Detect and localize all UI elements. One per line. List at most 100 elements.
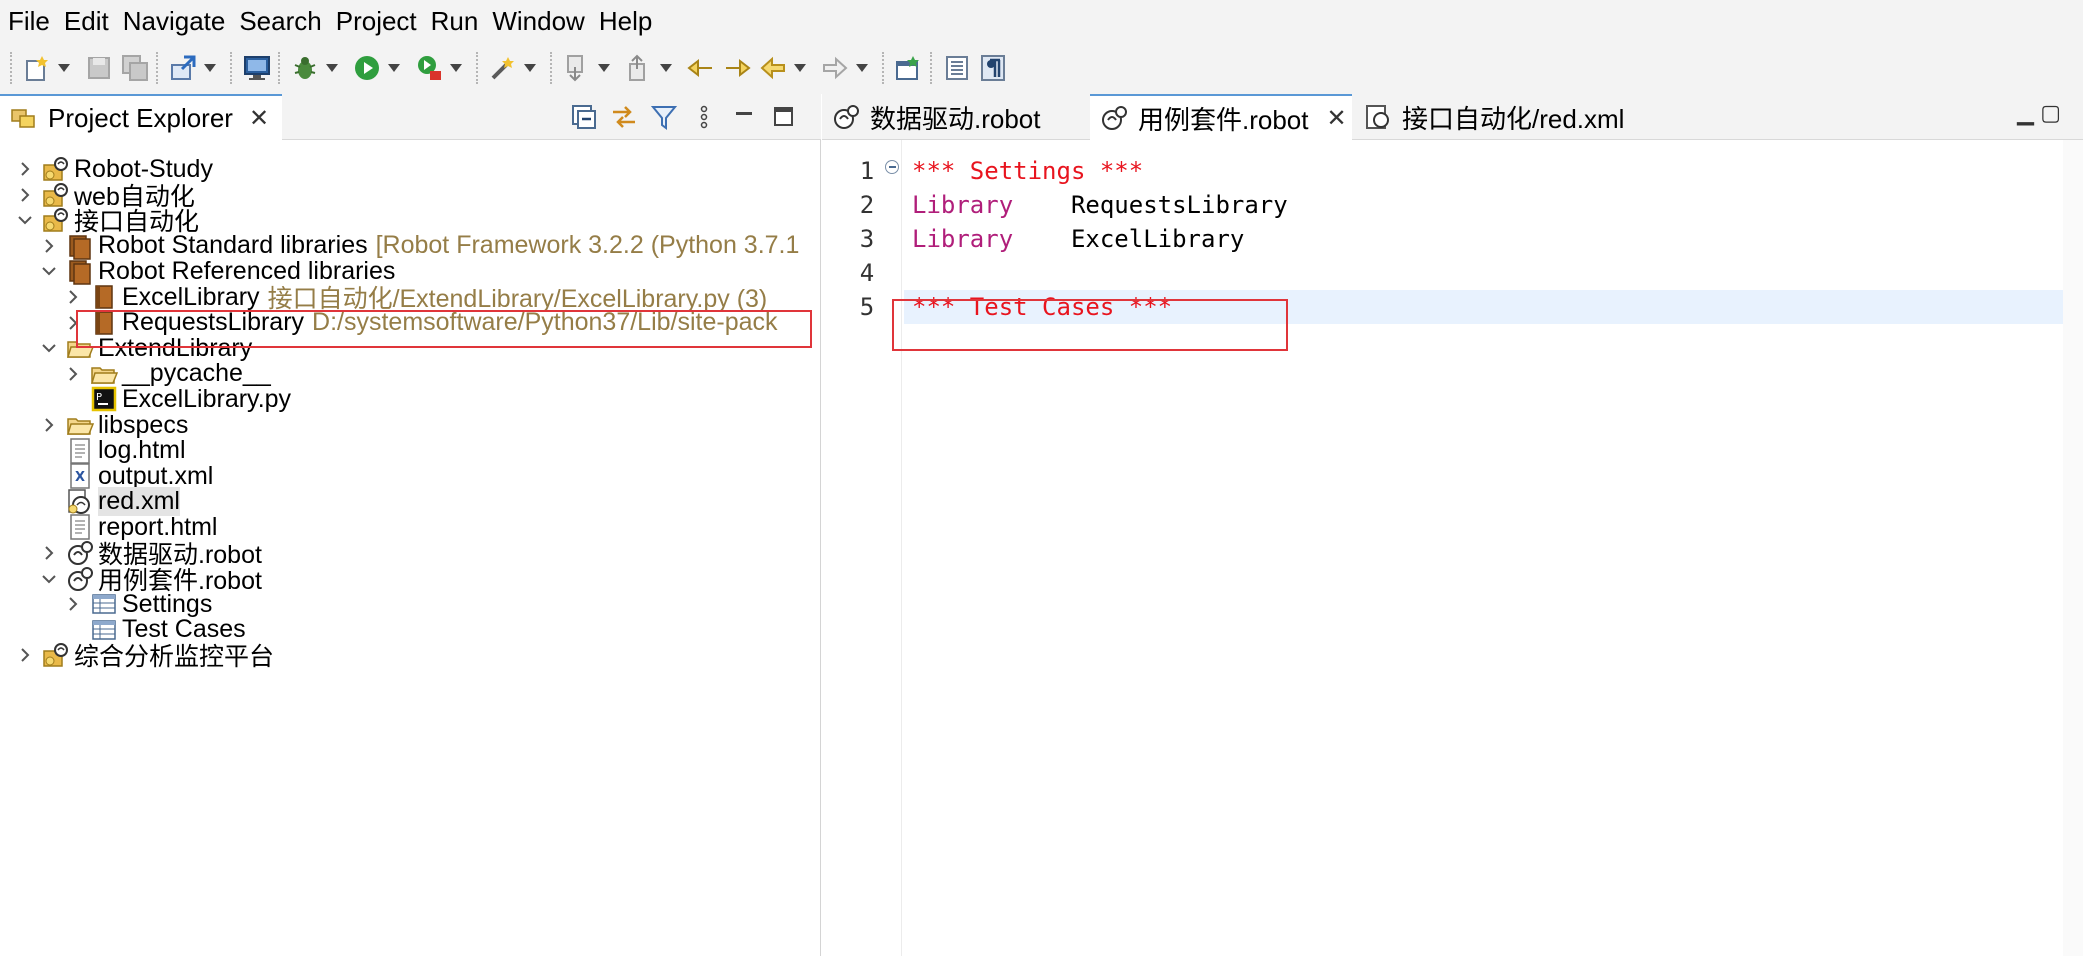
robot-file-icon	[1102, 106, 1127, 130]
filter-icon[interactable]	[647, 100, 681, 134]
run-external-tool-icon[interactable]	[412, 51, 446, 85]
run-dropdown-arrow[interactable]	[386, 51, 402, 85]
toolbar-separator	[156, 52, 158, 84]
menu-navigate[interactable]: Navigate	[123, 6, 226, 37]
save-icon[interactable]	[82, 51, 116, 85]
next-annotation-dropdown-arrow[interactable]	[596, 51, 612, 85]
run-icon[interactable]	[350, 51, 384, 85]
code-line: *** Settings ***	[912, 154, 1143, 188]
paragraph-icon[interactable]	[976, 51, 1010, 85]
debug-icon[interactable]	[288, 51, 322, 85]
open-perspective-icon[interactable]	[892, 51, 926, 85]
back-icon[interactable]	[756, 51, 790, 85]
wand-icon[interactable]	[486, 51, 520, 85]
eclipse-window: File Edit Navigate Search Project Run Wi…	[0, 0, 2083, 956]
chevron-down-icon[interactable]	[38, 337, 60, 359]
editor-minimize-icon[interactable]: ▁ ▢	[2017, 100, 2061, 126]
show-whitespace-icon[interactable]	[940, 51, 974, 85]
menu-help[interactable]: Help	[599, 6, 652, 37]
project-explorer-title: Project Explorer	[48, 102, 233, 133]
editor-vertical-scrollbar[interactable]	[2063, 140, 2083, 956]
import-icon[interactable]	[166, 51, 200, 85]
forward-icon[interactable]	[818, 51, 852, 85]
setting-value: RequestsLibrary	[1013, 191, 1288, 219]
collapse-all-icon[interactable]	[567, 100, 601, 134]
import-dropdown-arrow[interactable]	[202, 51, 218, 85]
project-explorer-icon	[10, 104, 38, 132]
highlight-box-excellibrary	[76, 310, 812, 348]
code-line: Library RequestsLibrary	[912, 188, 1288, 222]
code-line: Library ExcelLibrary	[912, 222, 1244, 256]
code-editor[interactable]: *** Settings *** Library RequestsLibrary L…	[904, 140, 2064, 956]
menu-edit[interactable]: Edit	[64, 6, 109, 37]
console-icon[interactable]	[240, 51, 274, 85]
close-icon[interactable]: ✕	[249, 104, 269, 133]
toolbar-separator	[550, 52, 552, 84]
new-dropdown-arrow[interactable]	[56, 51, 72, 85]
menu-project[interactable]: Project	[336, 6, 417, 37]
save-all-icon[interactable]	[118, 51, 152, 85]
main-toolbar	[0, 42, 2083, 94]
setting-keyword: Library	[912, 191, 1014, 219]
toolbar-separator	[230, 52, 232, 84]
forward-edit-location-icon[interactable]	[720, 51, 754, 85]
svg-text:P: P	[96, 392, 102, 403]
chevron-right-icon[interactable]	[14, 644, 36, 666]
line-number: 1	[859, 157, 875, 185]
back-dropdown-arrow[interactable]	[792, 51, 808, 85]
tab-label: 接口自动化/red.xml	[1402, 103, 1625, 134]
close-icon[interactable]: ✕	[1327, 104, 1347, 133]
tree-item-decoration: [Robot Framework 3.2.2 (Python 3.7.1	[375, 231, 800, 260]
next-annotation-icon[interactable]	[560, 51, 594, 85]
toolbar-separator	[476, 52, 478, 84]
previous-annotation-icon[interactable]	[622, 51, 656, 85]
tab-test-suite-robot[interactable]: 用例套件.robot ✕	[1090, 94, 1352, 140]
menu-search[interactable]: Search	[239, 6, 321, 37]
tab-project-explorer[interactable]: Project Explorer ✕	[0, 94, 282, 140]
toolbar-separator	[278, 52, 280, 84]
chevron-down-icon[interactable]	[14, 209, 36, 231]
line-number-gutter: 1 2 3 4 5	[822, 140, 902, 956]
project-explorer-panel: Project Explorer ✕ Robot-Study web自动化 接口自动…	[0, 94, 821, 956]
project-explorer-actions	[561, 100, 801, 134]
svg-text:X: X	[75, 470, 85, 485]
toolbar-separator	[930, 52, 932, 84]
menu-window[interactable]: Window	[492, 6, 584, 37]
toolbar-grip	[10, 52, 12, 84]
previous-annotation-dropdown-arrow[interactable]	[658, 51, 674, 85]
tree-item[interactable]: 综合分析监控平台	[14, 638, 274, 672]
minimize-icon[interactable]	[727, 100, 761, 134]
tab-red-xml[interactable]: 接口自动化/red.xml	[1354, 94, 1654, 140]
debug-dropdown-arrow[interactable]	[324, 51, 340, 85]
red-config-icon	[1366, 105, 1389, 129]
menu-bar: File Edit Navigate Search Project Run Wi…	[0, 0, 2083, 42]
tab-label: 用例套件.robot	[1138, 104, 1309, 135]
menu-file[interactable]: File	[8, 6, 50, 37]
robot-project-icon	[42, 641, 70, 669]
link-with-editor-icon[interactable]	[607, 100, 641, 134]
line-number: 4	[859, 259, 875, 287]
external-tools-dropdown-arrow[interactable]	[448, 51, 464, 85]
setting-value: ExcelLibrary	[1013, 225, 1245, 253]
wand-dropdown-arrow[interactable]	[522, 51, 538, 85]
last-edit-location-icon[interactable]	[684, 51, 718, 85]
editor-area: 数据驱动.robot 用例套件.robot ✕ 接口自动化/red.xml ▁ …	[822, 94, 2083, 956]
view-menu-icon[interactable]	[687, 100, 721, 134]
tab-label: 数据驱动.robot	[870, 103, 1041, 134]
line-number: 3	[859, 225, 875, 253]
tab-data-driven-robot[interactable]: 数据驱动.robot	[822, 94, 1088, 140]
highlight-box-library-line	[892, 299, 1288, 351]
new-icon[interactable]	[20, 51, 54, 85]
forward-dropdown-arrow[interactable]	[854, 51, 870, 85]
section-header: *** Settings ***	[912, 157, 1144, 185]
maximize-icon[interactable]	[767, 100, 801, 134]
fold-collapse-icon[interactable]	[885, 160, 899, 174]
menu-run[interactable]: Run	[431, 6, 479, 37]
chevron-down-icon[interactable]	[38, 260, 60, 282]
project-explorer-header: Project Explorer ✕	[0, 94, 821, 140]
robot-file-icon	[834, 105, 859, 129]
chevron-down-icon[interactable]	[38, 568, 60, 590]
toolbar-separator	[882, 52, 884, 84]
setting-keyword: Library	[912, 225, 1014, 253]
line-number: 2	[859, 191, 875, 219]
